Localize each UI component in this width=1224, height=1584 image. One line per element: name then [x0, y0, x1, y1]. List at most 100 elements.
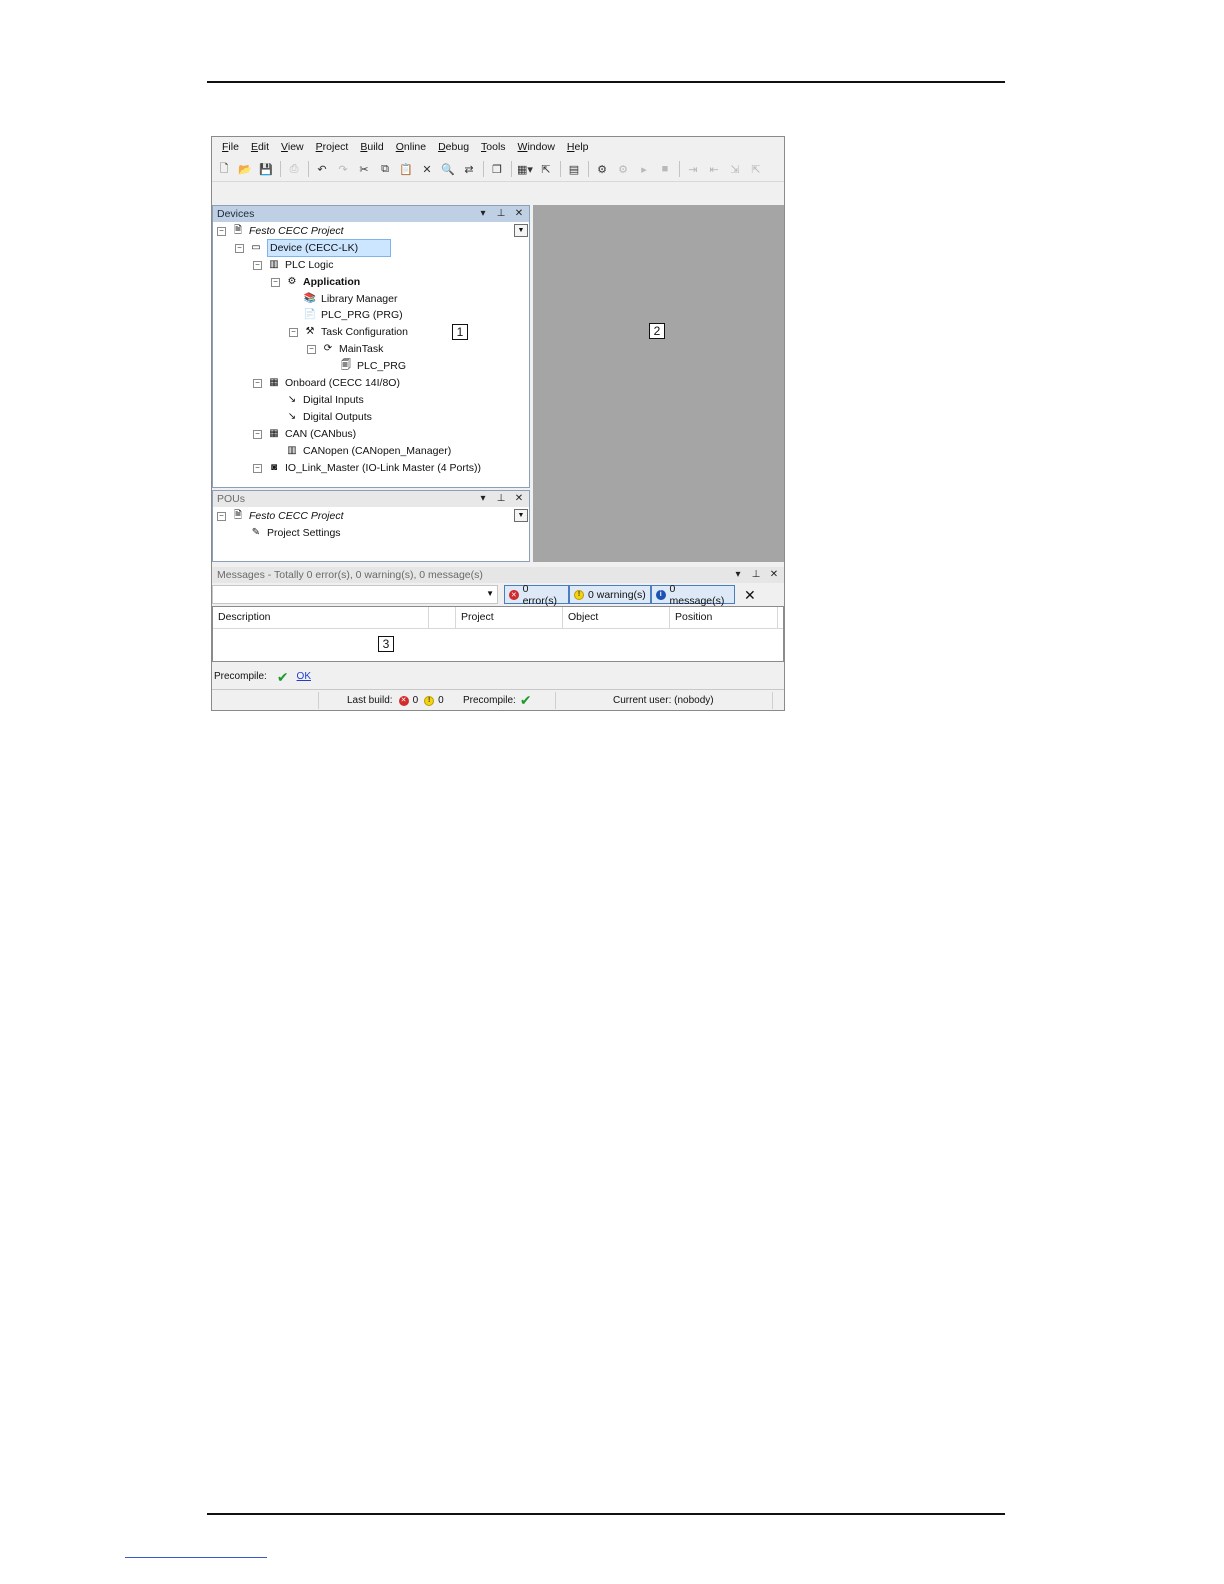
menu-file[interactable]: File [222, 141, 239, 153]
close-icon[interactable]: ✕ [513, 491, 525, 507]
column-object[interactable]: Object [563, 607, 670, 628]
main-toolbar: 🗋 📂 💾 ⎙ ↶ ↷ ✂ ⧉ 📋 ✕ 🔍 ⇄ ❐ ▦▾ ⇱ ▤ ⚙ ⚙ ▸ ■… [216, 159, 782, 179]
message-category-select[interactable]: ▼ [212, 585, 498, 604]
collapse-icon[interactable]: − [307, 344, 316, 354]
tree-item-project[interactable]: − 🗎 Festo CECC Project [217, 508, 344, 524]
tree-item-plc-prg-call[interactable]: 🗐 PLC_PRG [339, 358, 406, 374]
menu-help[interactable]: Help [567, 141, 589, 153]
column-project[interactable]: Project [456, 607, 563, 628]
column-position[interactable]: Position [670, 607, 778, 628]
login-icon[interactable]: ⚙ [594, 161, 610, 177]
cut-icon[interactable]: ✂ [356, 161, 372, 177]
column-description[interactable]: Description [213, 607, 429, 628]
menu-debug[interactable]: Debug [438, 141, 469, 153]
add-object-icon[interactable]: ▦▾ [517, 161, 533, 177]
delete-icon[interactable]: ✕ [419, 161, 435, 177]
pin-icon[interactable]: ⊥ [495, 491, 507, 507]
tree-item-label: Digital Outputs [303, 411, 372, 423]
tree-item-maintask[interactable]: − ⟳ MainTask [307, 341, 383, 357]
menu-view-rest: iew [287, 141, 304, 153]
step-out-icon[interactable]: ⇱ [748, 161, 764, 177]
find-icon[interactable]: 🔍 [440, 161, 456, 177]
tree-item-project[interactable]: − 🗎 Festo CECC Project [217, 223, 344, 239]
insert-icon[interactable]: ⇱ [538, 161, 554, 177]
copy-icon[interactable]: ⧉ [377, 161, 393, 177]
close-icon[interactable]: ✕ [768, 567, 780, 583]
open-folder-icon[interactable]: 📂 [237, 161, 253, 177]
messages-table: Description Project Object Position 3 [212, 606, 784, 662]
check-icon: ✔ [276, 669, 289, 685]
collapse-icon[interactable]: − [235, 243, 244, 253]
tree-item-task-configuration[interactable]: − ⚒ Task Configuration [289, 324, 408, 340]
panel-menu-icon[interactable]: ▾ [477, 206, 489, 222]
precompile-ok-link[interactable]: OK [297, 669, 311, 685]
settings-icon: ✎ [251, 527, 261, 538]
collapse-icon[interactable]: − [253, 429, 262, 439]
tree-item-application[interactable]: − ⚙ Application [271, 274, 360, 290]
step-over-icon[interactable]: ⇤ [706, 161, 722, 177]
menu-online[interactable]: Online [396, 141, 426, 153]
step-into-icon[interactable]: ⇲ [727, 161, 743, 177]
collapse-icon[interactable]: − [253, 463, 262, 473]
tree-item-device[interactable]: − ▭ Device (CECC-LK) [235, 239, 392, 257]
replace-icon[interactable]: ⇄ [461, 161, 477, 177]
messages-filter-button[interactable]: i 0 message(s) [651, 583, 735, 607]
new-file-icon[interactable]: 🗋 [216, 161, 232, 177]
pin-icon[interactable]: ⊥ [750, 567, 762, 583]
status-separator [555, 692, 556, 709]
chevron-down-icon[interactable]: ▼ [486, 589, 494, 598]
collapse-icon[interactable]: − [289, 327, 298, 337]
print-icon[interactable]: ⎙ [286, 161, 302, 177]
tree-item-can[interactable]: − ▦ CAN (CANbus) [253, 426, 356, 442]
menu-tools[interactable]: Tools [481, 141, 506, 153]
device-icon: ▭ [251, 242, 261, 253]
tree-item-plc-prg-prg[interactable]: 📄 PLC_PRG (PRG) [303, 307, 403, 323]
step-icon[interactable]: ⇥ [685, 161, 701, 177]
tree-item-digital-outputs[interactable]: ↘ Digital Outputs [285, 409, 372, 425]
tree-item-project-settings[interactable]: ✎ Project Settings [249, 525, 341, 541]
tree-item-canopen[interactable]: ▥ CANopen (CANopen_Manager) [285, 443, 451, 459]
tree-item-plc-logic[interactable]: − ▥ PLC Logic [253, 257, 333, 273]
stop-icon[interactable]: ■ [657, 161, 673, 177]
tree-item-io-link-master[interactable]: − ◙ IO_Link_Master (IO-Link Master (4 Po… [253, 460, 481, 476]
tree-item-label: Task Configuration [321, 326, 408, 338]
tree-item-onboard[interactable]: − ▦ Onboard (CECC 14I/8O) [253, 375, 400, 391]
clear-messages-icon[interactable]: ✕ [744, 587, 756, 604]
menu-window[interactable]: Window [518, 141, 555, 153]
tree-item-digital-inputs[interactable]: ↘ Digital Inputs [285, 392, 364, 408]
tree-item-library-manager[interactable]: 📚 Library Manager [303, 291, 398, 307]
can-bus-icon: ▦ [269, 428, 279, 439]
tree-item-label: Onboard (CECC 14I/8O) [285, 377, 400, 389]
save-icon[interactable]: 💾 [258, 161, 274, 177]
redo-icon[interactable]: ↷ [335, 161, 351, 177]
close-icon[interactable]: ✕ [513, 206, 525, 222]
collapse-icon[interactable]: − [217, 226, 226, 236]
menu-build[interactable]: Build [360, 141, 383, 153]
collapse-icon[interactable]: − [253, 378, 262, 388]
panel-menu-icon[interactable]: ▾ [732, 567, 744, 583]
start-icon[interactable]: ▸ [636, 161, 652, 177]
collapse-icon[interactable]: − [271, 277, 280, 287]
collapse-icon[interactable]: − [217, 511, 226, 521]
errors-filter-button[interactable]: ✕ 0 error(s) [504, 583, 569, 607]
menu-edit[interactable]: Edit [251, 141, 269, 153]
build-icon[interactable]: ▤ [566, 161, 582, 177]
messages-table-header: Description Project Object Position [213, 607, 783, 629]
current-user-label: Current user: (nobody) [613, 695, 714, 706]
collapse-icon[interactable]: − [253, 260, 262, 270]
copy-window-icon[interactable]: ❐ [489, 161, 505, 177]
editor-area[interactable]: 2 [533, 205, 784, 562]
undo-icon[interactable]: ↶ [314, 161, 330, 177]
pous-dropdown-button[interactable]: ▼ [514, 509, 528, 522]
devices-dropdown-button[interactable]: ▼ [514, 224, 528, 237]
menu-project[interactable]: Project [316, 141, 349, 153]
pin-icon[interactable]: ⊥ [495, 206, 507, 222]
warnings-filter-button[interactable]: ! 0 warning(s) [569, 585, 651, 604]
paste-icon[interactable]: 📋 [398, 161, 414, 177]
panel-menu-icon[interactable]: ▾ [477, 491, 489, 507]
toolbar-separator [308, 161, 309, 177]
statusbar-precompile-label: Precompile: [463, 695, 516, 706]
tree-item-label: Digital Inputs [303, 394, 364, 406]
logout-icon[interactable]: ⚙ [615, 161, 631, 177]
menu-view[interactable]: View [281, 141, 304, 153]
